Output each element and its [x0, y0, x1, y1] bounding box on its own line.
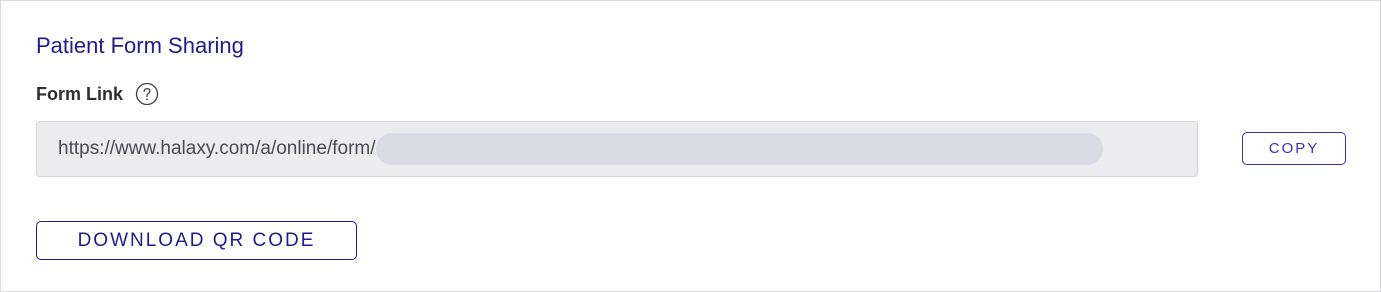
- form-link-field[interactable]: https://www.halaxy.com/a/online/form/: [36, 121, 1198, 177]
- form-link-redacted-segment: [375, 133, 1103, 165]
- form-link-url-text: https://www.halaxy.com/a/online/form/: [58, 138, 376, 159]
- question-circle-icon[interactable]: [135, 82, 159, 106]
- download-qr-code-button[interactable]: DOWNLOAD QR CODE: [36, 221, 357, 260]
- copy-link-button[interactable]: COPY: [1242, 132, 1346, 165]
- patient-form-sharing-card: Patient Form Sharing Form Link https://w…: [0, 0, 1381, 292]
- form-link-label-row: Form Link: [36, 81, 159, 107]
- section-title: Patient Form Sharing: [36, 33, 244, 58]
- form-link-label: Form Link: [36, 84, 124, 104]
